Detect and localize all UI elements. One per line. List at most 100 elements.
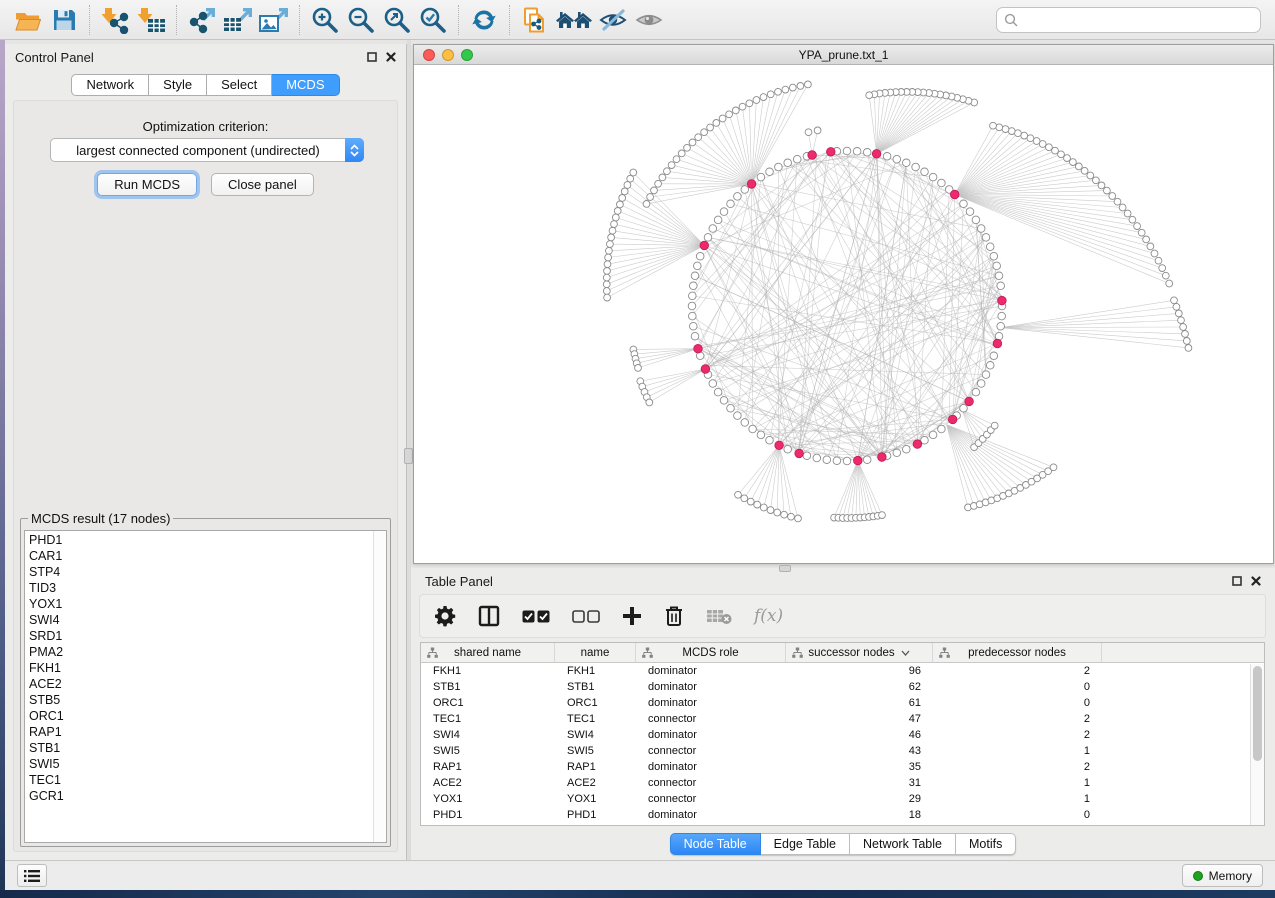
column-label: name [581,647,610,659]
export-image-icon[interactable] [256,4,292,36]
table-row[interactable]: FKH1FKH1dominator962 [421,663,1264,679]
delete-table-icon [706,607,732,625]
scrollbar-thumb[interactable] [1253,666,1262,761]
network-window-titlebar[interactable]: YPA_prune.txt_1 [414,45,1273,65]
search-icon [1004,13,1018,27]
table-scrollbar[interactable] [1250,664,1264,825]
zoom-out-icon[interactable] [343,4,379,36]
search-input[interactable] [1023,12,1253,27]
delete-columns-icon[interactable] [664,605,684,627]
tab-edge-table[interactable]: Edge Table [761,833,850,855]
table-row[interactable]: RAP1RAP1dominator352 [421,759,1264,775]
mcds-result-item[interactable]: CAR1 [29,548,372,564]
close-panel-icon[interactable] [1251,576,1261,586]
tab-select[interactable]: Select [207,74,272,96]
mcds-result-item[interactable]: SRD1 [29,628,372,644]
mcds-result-item[interactable]: PMA2 [29,644,372,660]
mcds-result-item[interactable]: GCR1 [29,788,372,804]
zoom-in-icon[interactable] [307,4,343,36]
open-file-icon[interactable] [10,4,46,36]
mcds-result-item[interactable]: TID3 [29,580,372,596]
table-cell: ORC1 [555,695,636,711]
column-header-name[interactable]: name [555,643,636,662]
import-network-icon[interactable] [97,4,133,36]
duplicate-network-icon[interactable] [517,4,553,36]
table-cell: connector [636,743,786,759]
mcds-result-item[interactable]: SWI5 [29,756,372,772]
criterion-dropdown[interactable]: largest connected component (undirected) [50,138,364,162]
column-header-mcds-role[interactable]: MCDS role [636,643,786,662]
table-cell: 47 [786,711,933,727]
table-row[interactable]: ACE2ACE2connector311 [421,775,1264,791]
table-row[interactable]: YOX1YOX1connector291 [421,791,1264,807]
right-column: YPA_prune.txt_1 Table Panel [411,40,1275,860]
table-cell: ACE2 [555,775,636,791]
search-field[interactable] [996,7,1261,33]
hide-selected-icon[interactable] [595,4,631,36]
deselect-all-rows-icon[interactable] [572,610,600,623]
tab-style[interactable]: Style [149,74,207,96]
horizontal-splitter-handle[interactable] [779,565,791,572]
table-row[interactable]: TEC1TEC1connector472 [421,711,1264,727]
float-panel-icon[interactable] [1232,576,1242,586]
mcds-result-item[interactable]: PHD1 [29,532,372,548]
mcds-result-item[interactable]: FKH1 [29,660,372,676]
table-row[interactable]: SWI4SWI4dominator462 [421,727,1264,743]
table-mode-gear-icon[interactable] [434,605,456,627]
table-row[interactable]: ORC1ORC1dominator610 [421,695,1264,711]
zoom-fit-icon[interactable] [379,4,415,36]
table-cell: 0 [933,695,1102,711]
show-all-icon[interactable] [631,4,667,36]
list-scrollbar[interactable] [373,531,386,842]
mcds-result-list[interactable]: PHD1CAR1STP4TID3YOX1SWI4SRD1PMA2FKH1ACE2… [24,530,387,843]
column-header-shared-name[interactable]: shared name [421,643,555,662]
create-column-icon[interactable] [622,606,642,626]
tab-mcds[interactable]: MCDS [272,74,339,96]
mcds-result-item[interactable]: ACE2 [29,676,372,692]
tab-motifs[interactable]: Motifs [956,833,1016,855]
mcds-result-item[interactable]: ORC1 [29,708,372,724]
mcds-result-item[interactable]: STB5 [29,692,372,708]
run-mcds-button[interactable]: Run MCDS [97,173,197,196]
tab-network-table[interactable]: Network Table [850,833,956,855]
close-panel-button[interactable]: Close panel [211,173,314,196]
mcds-result-item[interactable]: STB1 [29,740,372,756]
table-cell: ORC1 [421,695,555,711]
show-columns-icon[interactable] [478,605,500,627]
column-header-predecessor-nodes[interactable]: predecessor nodes [933,643,1102,662]
table-row[interactable]: STB1STB1dominator620 [421,679,1264,695]
mcds-result-item[interactable]: RAP1 [29,724,372,740]
export-table-icon[interactable] [220,4,256,36]
mcds-result-item[interactable]: STP4 [29,564,372,580]
mcds-result-item[interactable]: SWI4 [29,612,372,628]
mcds-result-item[interactable]: TEC1 [29,772,372,788]
column-header-successor-nodes[interactable]: successor nodes [786,643,933,662]
export-network-icon[interactable] [184,4,220,36]
network-canvas[interactable] [414,65,1273,563]
table-cell: SWI5 [555,743,636,759]
table-row[interactable]: PHD1PHD1dominator180 [421,807,1264,823]
table-cell: RAP1 [421,759,555,775]
network-view-window: YPA_prune.txt_1 [413,44,1274,564]
table-row[interactable]: SWI5SWI5connector431 [421,743,1264,759]
table-cell: ACE2 [421,775,555,791]
tab-node-table[interactable]: Node Table [670,833,761,855]
task-history-button[interactable] [17,864,47,887]
save-session-icon[interactable] [46,4,82,36]
select-all-rows-icon[interactable] [522,610,550,623]
memory-button[interactable]: Memory [1182,864,1263,887]
network-column-icon [642,647,653,662]
column-label: shared name [454,647,521,659]
float-panel-icon[interactable] [367,52,377,62]
import-table-icon[interactable] [133,4,169,36]
first-neighbors-icon[interactable] [553,4,595,36]
table-cell: 1 [933,775,1102,791]
zoom-selected-icon[interactable] [415,4,451,36]
table-toolbar: f(x) [419,594,1266,638]
close-panel-icon[interactable] [386,52,396,62]
refresh-icon[interactable] [466,4,502,36]
table-cell: connector [636,711,786,727]
tab-network[interactable]: Network [71,74,149,96]
mcds-result-item[interactable]: YOX1 [29,596,372,612]
control-panel-header: Control Panel [5,44,406,70]
